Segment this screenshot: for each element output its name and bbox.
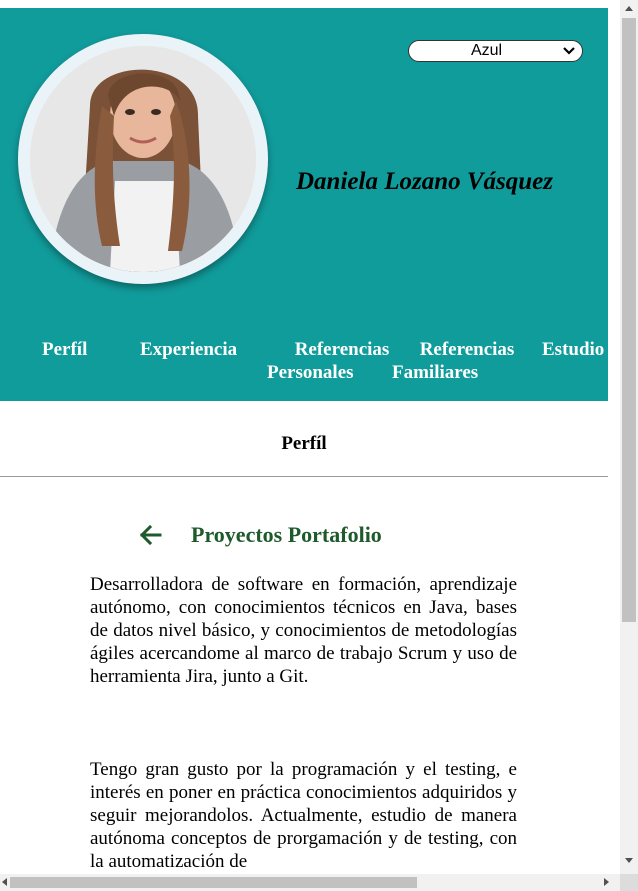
nav-item-label: Perfíl	[42, 339, 88, 360]
nav-item-label: Experiencia	[140, 339, 238, 360]
theme-select-value: Azul	[470, 42, 503, 59]
chevron-down-icon	[563, 47, 575, 55]
nav-item-label: Referencias	[419, 339, 515, 360]
nav-item-referencias-familiares[interactable]: Referencias Familiares	[392, 338, 517, 384]
vertical-scroll-thumb[interactable]	[622, 18, 636, 622]
main-nav: Perfíl Experiencia Referencias Personale…	[0, 338, 608, 398]
page: Azul Daniela Lozano Vásquez Perfíl Exper…	[0, 0, 608, 891]
nav-item-estudio[interactable]: Estudio	[542, 338, 604, 361]
avatar-photo	[30, 46, 256, 272]
scroll-down-icon[interactable]	[625, 858, 633, 863]
scroll-left-icon[interactable]	[2, 878, 7, 886]
profile-paragraph: Desarrolladora de software en formación,…	[90, 574, 517, 687]
section-title: Perfíl	[281, 433, 327, 454]
vertical-scrollbar[interactable]	[620, 0, 638, 874]
profile-paragraph-2: Tengo gran gusto por la programación y e…	[90, 759, 517, 872]
divider	[0, 476, 608, 477]
theme-select[interactable]: Azul	[408, 40, 583, 62]
avatar	[30, 46, 256, 272]
scroll-up-icon[interactable]	[625, 6, 633, 11]
nav-item-label: Referencias	[294, 339, 390, 360]
nav-item-perfil[interactable]: Perfíl	[42, 338, 87, 361]
nav-item-label: Estudio	[542, 339, 605, 360]
scrollbar-corner	[620, 874, 638, 891]
projects-title[interactable]: Proyectos Portafolio	[191, 522, 382, 548]
nav-item-experiencia[interactable]: Experiencia	[140, 338, 237, 361]
profile-name: Daniela Lozano Vásquez	[296, 168, 553, 195]
scroll-right-icon[interactable]	[604, 878, 609, 886]
avatar-frame	[18, 34, 268, 284]
horizontal-scrollbar[interactable]	[0, 874, 620, 891]
profile-header: Azul Daniela Lozano Vásquez Perfíl Exper…	[0, 8, 608, 401]
arrow-left-icon[interactable]	[138, 522, 164, 548]
nav-item-referencias-personales[interactable]: Referencias Personales	[267, 338, 392, 384]
horizontal-scroll-thumb[interactable]	[10, 877, 417, 888]
nav-item-label-line2: Personales	[267, 362, 354, 383]
nav-item-label-line2: Familiares	[392, 362, 479, 383]
